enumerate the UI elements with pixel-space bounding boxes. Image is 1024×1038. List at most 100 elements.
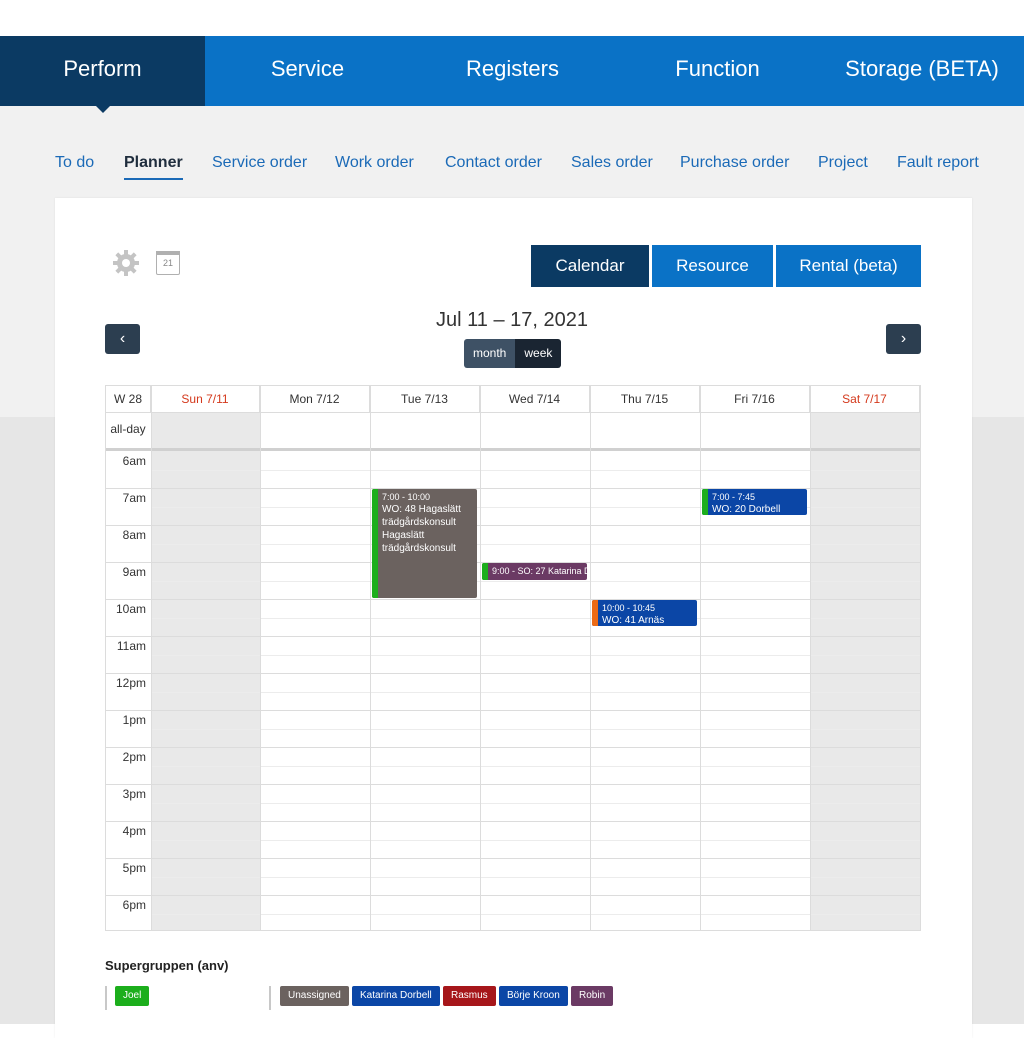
hour-label: 6am [122,454,146,468]
calendar-event[interactable]: 7:00 - 7:45 WO: 20 Dorbell [702,489,807,515]
day-header: Sun 7/11 [151,386,260,412]
event-color-bar [372,489,378,598]
half-hour-line [151,839,920,841]
calendar-icon[interactable]: 21 [156,251,180,275]
column-line [151,386,152,930]
day-header: Mon 7/12 [260,386,370,412]
half-hour-line [151,728,920,730]
top-navigation: Perform Service Registers Function Stora… [0,36,1024,113]
day-header: Thu 7/15 [590,386,700,412]
hour-line [106,784,920,785]
resource-tag[interactable]: Robin [571,986,614,1006]
event-time: 10:00 - 10:45 [602,603,656,613]
column-line [370,386,371,930]
prev-week-button[interactable]: ‹ [105,324,140,354]
subnav-service-order[interactable]: Service order [212,154,307,172]
event-title: WO: 48 Hagaslätt trädgårdskonsult Hagasl… [382,504,461,554]
column-line [700,386,701,930]
view-switcher: Calendar Resource Rental (beta) [531,245,924,287]
resource-tag[interactable]: Rasmus [443,986,496,1006]
resource-tag[interactable]: Unassigned [280,986,349,1006]
subnav-todo[interactable]: To do [55,154,94,172]
day-header: Fri 7/16 [700,386,810,412]
event-time: 9:00 - SO: 27 Katarina D [492,566,587,576]
column-line [810,386,811,930]
next-week-button[interactable]: › [886,324,921,354]
allday-label: all-day [110,422,146,436]
subnav-sales-order[interactable]: Sales order [571,154,653,172]
calendar-event[interactable]: 9:00 - SO: 27 Katarina D [482,563,587,580]
event-time: 7:00 - 10:00 [382,492,431,502]
event-color-bar [592,600,598,626]
half-hour-line [151,691,920,693]
hour-label: 2pm [122,750,146,764]
hour-line [106,710,920,711]
view-resource-button[interactable]: Resource [652,245,773,287]
hour-line [106,858,920,859]
hour-label: 4pm [122,824,146,838]
event-title: WO: 41 Arnäs [602,615,665,626]
week-number-label: W 28 [106,386,151,412]
weekend-column-shade [810,412,920,930]
subnav-fault-report[interactable]: Fault report [897,154,979,172]
month-view-button[interactable]: month [464,339,516,368]
half-hour-line [151,617,920,619]
hour-line [106,747,920,748]
day-header: Sat 7/17 [810,386,920,412]
hour-label: 10am [115,602,146,616]
event-color-bar [702,489,708,515]
week-view-button[interactable]: week [515,339,562,368]
resource-tag[interactable]: Börje Kroon [499,986,568,1006]
group-separator [269,986,271,1010]
hour-label: 6pm [122,898,146,912]
date-range-title: Jul 11 – 17, 2021 [436,309,588,331]
calendar-event[interactable]: 7:00 - 10:00 WO: 48 Hagaslätt trädgårdsko… [372,489,477,598]
hour-line [106,895,920,896]
hour-label: 8am [122,528,146,542]
topnav-tab-storage[interactable]: Storage (BETA) [820,36,1024,106]
view-rental-button[interactable]: Rental (beta) [776,245,921,287]
gear-icon[interactable] [112,249,140,277]
header-divider [106,412,920,413]
event-text: 7:00 - 10:00 WO: 48 Hagaslätt trädgårdsko… [382,492,474,555]
half-hour-line [151,469,920,471]
topnav-tab-perform[interactable]: Perform [0,36,205,113]
event-title: WO: 20 Dorbell [712,504,781,515]
column-line [260,386,261,930]
hour-label: 5pm [122,861,146,875]
hour-label: 1pm [122,713,146,727]
month-week-toggle: month week [464,339,562,368]
hour-line [106,821,920,822]
column-line [480,386,481,930]
subnav-project[interactable]: Project [818,154,868,172]
hour-label: 3pm [122,787,146,801]
calendar-event[interactable]: 10:00 - 10:45 WO: 41 Arnäs [592,600,697,626]
allday-divider [106,448,920,451]
view-calendar-button[interactable]: Calendar [531,245,649,287]
group-separator [105,986,107,1010]
group-title: Supergruppen (anv) [105,958,229,973]
subnav-planner[interactable]: Planner [124,154,183,180]
subnav-purchase-order[interactable]: Purchase order [680,154,789,172]
half-hour-line [151,654,920,656]
resource-tag[interactable]: Joel [115,986,150,1006]
half-hour-line [151,913,920,915]
half-hour-line [151,802,920,804]
weekend-column-shade [151,412,260,930]
topnav-tab-function[interactable]: Function [615,36,820,106]
subnav-work-order[interactable]: Work order [335,154,414,172]
event-text: 10:00 - 10:45 WO: 41 Arnäs [602,603,694,626]
topnav-tab-service[interactable]: Service [205,36,410,106]
day-header: Tue 7/13 [370,386,480,412]
hour-line [106,525,920,526]
event-color-bar [482,563,488,580]
hour-label: 7am [122,491,146,505]
half-hour-line [151,580,920,582]
hour-label: 9am [122,565,146,579]
topnav-tab-registers[interactable]: Registers [410,36,615,106]
half-hour-line [151,876,920,878]
week-calendar-grid: W 28 all-day Sun 7/11 Mon 7/12 Tue 7/13 Wed… [105,385,921,931]
resource-tag[interactable]: Katarina Dorbell [352,986,440,1006]
event-text: 9:00 - SO: 27 Katarina D [492,566,587,577]
subnav-contact-order[interactable]: Contact order [445,154,542,172]
